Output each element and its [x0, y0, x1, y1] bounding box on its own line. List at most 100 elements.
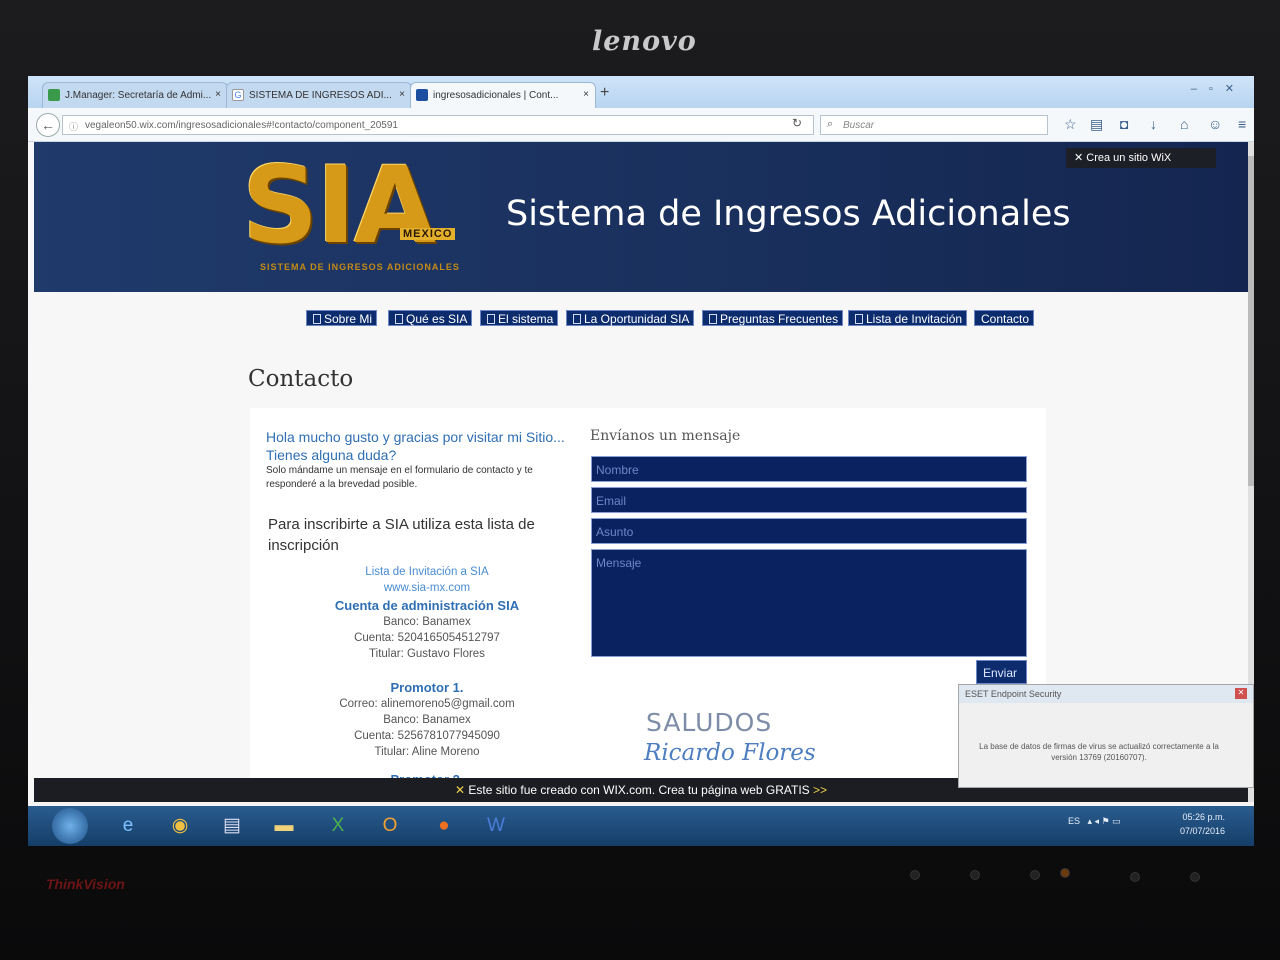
language-indicator[interactable]: ES — [1068, 816, 1080, 826]
menu-label: Sobre Mi — [324, 312, 373, 326]
site-header: SIA MEXICO SISTEMA DE INGRESOS ADICIONAL… — [34, 142, 1248, 292]
bookmark-star-icon[interactable]: ☆ — [1064, 116, 1077, 133]
tab-ingresos[interactable]: ingresosadicionales | Cont... × — [410, 82, 596, 108]
scrollbar-thumb[interactable] — [1248, 156, 1254, 486]
name-field[interactable]: Nombre — [591, 456, 1027, 482]
system-tray[interactable]: ES ▴ ◂ ⚑ ▭ — [1068, 816, 1121, 827]
menu-icon[interactable]: ≡ — [1238, 116, 1246, 132]
saludos-text: SALUDOS — [646, 708, 773, 737]
chrome-icon[interactable]: ◉ — [158, 810, 202, 842]
start-button[interactable] — [52, 808, 88, 844]
menu-que-es-sia[interactable]: Qué es SIA — [388, 310, 473, 326]
form-title: Envíanos un mensaje — [590, 428, 741, 444]
page-icon — [487, 314, 495, 324]
ie-icon[interactable]: e — [106, 810, 150, 842]
tab-label: J.Manager: Secretaría de Admi... — [65, 90, 212, 101]
url-text: vegaleon50.wix.com/ingresosadicionales#!… — [85, 120, 398, 131]
wix-badge-label: Crea un sitio WiX — [1086, 152, 1172, 164]
download-icon[interactable]: ↓ — [1150, 116, 1157, 132]
info-icon[interactable]: ⓘ — [69, 120, 78, 133]
back-button[interactable]: ← — [36, 113, 60, 137]
menu-label: Qué es SIA — [406, 312, 468, 326]
promoter1-account: Cuenta: 5256781077945090 — [354, 730, 500, 742]
admin-account-number: Cuenta: 5204165054512797 — [354, 632, 500, 644]
admin-heading: Cuenta de administración SIA — [334, 598, 520, 613]
page-title: Contacto — [248, 366, 354, 392]
close-icon[interactable]: × — [583, 89, 589, 100]
invite-list-link[interactable]: Lista de Invitación a SIA — [284, 564, 570, 580]
greeting-subtext: Solo mándame un mensaje en el formulario… — [266, 465, 533, 490]
monitor-buttons — [880, 860, 1240, 920]
url-bar[interactable]: ⓘ vegaleon50.wix.com/ingresosadicionales… — [62, 115, 814, 135]
signature-text: Ricardo Flores — [644, 740, 816, 766]
site-link[interactable]: www.sia-mx.com — [284, 580, 570, 596]
menu-label: Contacto — [981, 312, 1030, 326]
message-field[interactable]: Mensaje — [591, 549, 1027, 657]
word-icon[interactable]: W — [474, 810, 518, 842]
search-placeholder: Buscar — [843, 120, 875, 131]
tab-label: SISTEMA DE INGRESOS ADI... — [249, 90, 392, 101]
wix-icon — [416, 89, 428, 101]
inscribe-text: Para inscribirte a SIA utiliza esta list… — [268, 516, 535, 554]
home-icon[interactable]: ⌂ — [1180, 116, 1188, 132]
wix-create-badge[interactable]: ✕ Crea un sitio WiX — [1066, 148, 1216, 168]
menu-sobre-mi[interactable]: Sobre Mi — [306, 310, 378, 326]
menu-oportunidad[interactable]: La Oportunidad SIA — [566, 310, 695, 326]
page-icon — [313, 314, 321, 324]
admin-bank: Banco: Banamex — [383, 616, 471, 628]
pocket-icon[interactable]: ◘ — [1120, 116, 1128, 132]
tab-bar: J.Manager: Secretaría de Admi... × G SIS… — [28, 76, 1254, 108]
monitor-bezel: lenovo ThinkVision J.Manager: Secretaría… — [0, 0, 1280, 960]
taskbar: e ◉ ▤ ▬ X O ● W ES ▴ ◂ ⚑ ▭ 05:26 p.m. 07… — [28, 806, 1254, 846]
promoter-1: Promotor 1. Correo: alinemoreno5@gmail.c… — [284, 680, 570, 760]
clock[interactable]: 05:26 p.m. 07/07/2016 — [1180, 810, 1225, 838]
site-logo[interactable]: SIA — [242, 144, 436, 267]
search-input[interactable]: ⌕ Buscar — [820, 115, 1048, 135]
site-title: Sistema de Ingresos Adicionales — [506, 194, 1071, 234]
nav-bar: ← ⓘ vegaleon50.wix.com/ingresosadicional… — [28, 108, 1254, 142]
new-tab-button[interactable]: + — [600, 84, 609, 102]
page-icon — [573, 314, 581, 324]
page-icon — [395, 314, 403, 324]
eset-notification: ESET Endpoint Security ✕ La base de dato… — [958, 684, 1254, 788]
bookmarks-menu-icon[interactable]: ▤ — [1090, 116, 1103, 133]
email-field[interactable]: Email — [591, 487, 1027, 513]
firefox-icon[interactable]: ● — [422, 810, 466, 842]
subject-field[interactable]: Asunto — [591, 518, 1027, 544]
close-icon[interactable]: × — [215, 89, 221, 100]
monitor-model: ThinkVision — [46, 876, 125, 892]
tab-jmanager[interactable]: J.Manager: Secretaría de Admi... × — [42, 82, 228, 108]
invite-links: Lista de Invitación a SIA www.sia-mx.com — [284, 564, 570, 596]
menu-el-sistema[interactable]: El sistema — [480, 310, 559, 326]
page-icon — [48, 89, 60, 101]
clock-time: 05:26 p.m. — [1182, 812, 1226, 822]
close-icon[interactable]: × — [399, 89, 405, 100]
logo-subtitle: SISTEMA DE INGRESOS ADICIONALES — [260, 262, 460, 272]
popup-body: La base de datos de firmas de virus se a… — [979, 742, 1219, 762]
document-icon[interactable]: ▤ — [210, 810, 254, 842]
greeting-text: Hola mucho gusto y gracias por visitar m… — [266, 429, 565, 463]
menu-preguntas[interactable]: Preguntas Frecuentes — [702, 310, 844, 326]
google-icon: G — [232, 89, 244, 101]
menu-contacto[interactable]: Contacto — [974, 310, 1035, 326]
menu-label: El sistema — [498, 312, 554, 326]
outlook-icon[interactable]: O — [368, 810, 412, 842]
contact-panel: Hola mucho gusto y gracias por visitar m… — [250, 408, 1046, 802]
send-button[interactable]: Enviar — [976, 660, 1027, 684]
tab-sistema[interactable]: G SISTEMA DE INGRESOS ADI... × — [226, 82, 412, 108]
folder-icon[interactable]: ▬ — [262, 810, 306, 842]
promoter1-holder: Titular: Aline Moreno — [374, 746, 480, 758]
menu-lista-invitacion[interactable]: Lista de Invitación — [848, 310, 968, 326]
promoter1-email: Correo: alinemoreno5@gmail.com — [339, 698, 515, 710]
chat-icon[interactable]: ☺ — [1208, 116, 1222, 132]
logo-country: MEXICO — [400, 228, 456, 240]
reload-icon[interactable]: ↻ — [792, 116, 802, 130]
wix-footer-text: Este sitio fue creado con WIX.com. Crea … — [468, 783, 810, 797]
tray-icons[interactable]: ▴ ◂ ⚑ ▭ — [1083, 816, 1121, 826]
window-controls[interactable]: –▫✕ — [1191, 82, 1246, 95]
close-icon[interactable]: ✕ — [1235, 688, 1247, 699]
page-icon — [709, 314, 717, 324]
admin-account: Cuenta de administración SIA Banco: Bana… — [284, 598, 570, 662]
excel-icon[interactable]: X — [316, 810, 360, 842]
screen: J.Manager: Secretaría de Admi... × G SIS… — [28, 76, 1254, 846]
